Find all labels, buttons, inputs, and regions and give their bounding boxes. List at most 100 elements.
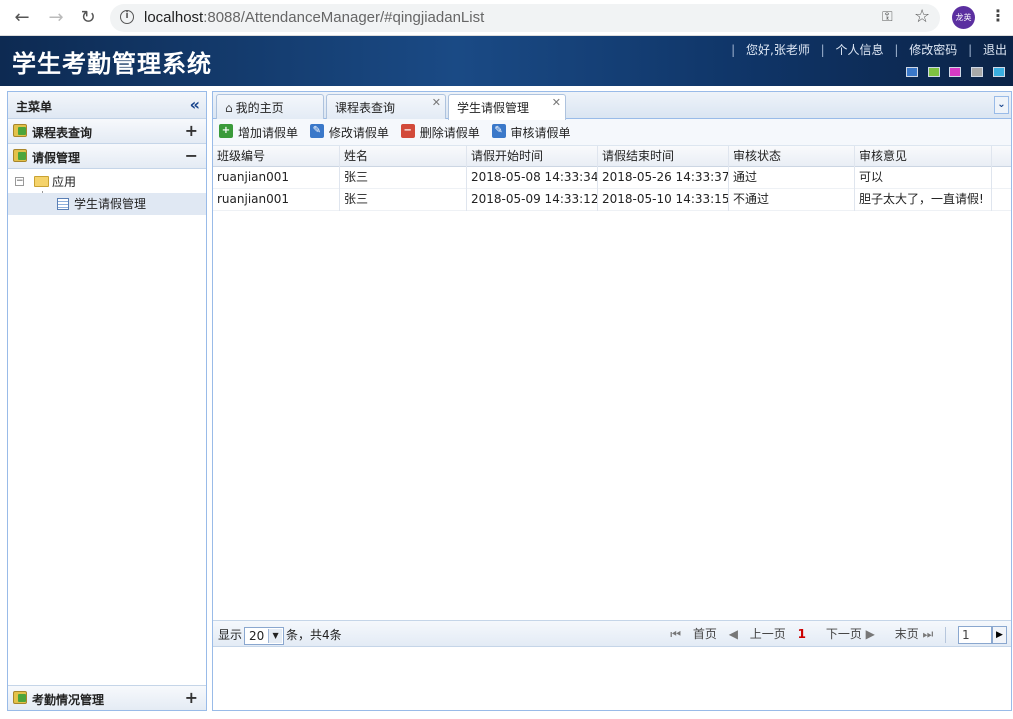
- folder-icon: [34, 176, 49, 187]
- logout-link[interactable]: 退出: [983, 41, 1007, 58]
- theme-swatch-gray[interactable]: [971, 67, 984, 77]
- add-icon: +: [219, 124, 233, 138]
- table-cell: 张三: [340, 189, 467, 211]
- button-label: 删除请假单: [419, 126, 480, 140]
- menu-tree: − 应用 学生请假管理: [8, 169, 206, 681]
- table-cell: 不通过: [729, 189, 855, 211]
- grid-toolbar: + 增加请假单 ✎ 修改请假单 − 删除请假单 ✎ 审核请假单: [213, 119, 1011, 146]
- header-links: | 您好,张老师 | 个人信息 | 修改密码 | 退出: [724, 41, 1007, 58]
- section-label: 请假管理: [32, 151, 81, 165]
- sidebar-section-schedule[interactable]: 课程表查询 +: [8, 119, 206, 144]
- sidebar-header: 主菜单 «: [8, 92, 206, 119]
- home-icon: ⌂: [225, 101, 233, 115]
- reload-icon[interactable]: ↻: [76, 6, 100, 30]
- edit-icon: ✎: [309, 124, 324, 138]
- separator: |: [820, 43, 825, 57]
- separator: |: [731, 43, 736, 57]
- tab-student-leave[interactable]: 学生请假管理 ✕: [448, 94, 566, 120]
- tree-collapse-icon[interactable]: −: [15, 177, 24, 186]
- greeting-text: 您好,张老师: [746, 43, 810, 57]
- info-icon[interactable]: i: [120, 10, 134, 24]
- pagination-bar: 显示 20 ▼ 条，共4条 ⏮ 首页 ◀ 上一页 1 下一页 ▶ 末页 ⏭ 1 ▶: [213, 620, 1011, 647]
- close-icon[interactable]: ✕: [432, 96, 441, 109]
- browser-toolbar: ← → ↻ i localhost:8088/AttendanceManager…: [0, 0, 1013, 36]
- button-label: 增加请假单: [238, 126, 299, 140]
- audit-leave-button[interactable]: ✎ 审核请假单: [491, 124, 571, 141]
- module-icon: [13, 691, 27, 704]
- url-text[interactable]: localhost:8088/AttendanceManager/#qingji…: [144, 9, 484, 26]
- sidebar-title: 主菜单: [16, 100, 53, 114]
- tab-label: 课程表查询: [335, 101, 396, 115]
- bookmark-star-icon[interactable]: ☆: [914, 6, 930, 27]
- page-size-control: 显示 20 ▼ 条，共4条: [218, 626, 342, 645]
- theme-switcher: [900, 66, 1005, 80]
- column-header[interactable]: 审核状态: [729, 146, 855, 167]
- tab-label: 学生请假管理: [457, 101, 530, 115]
- profile-link[interactable]: 个人信息: [836, 41, 884, 58]
- theme-swatch-green[interactable]: [927, 67, 940, 77]
- tree-node-label: 学生请假管理: [74, 197, 147, 211]
- forward-arrow-icon[interactable]: →: [44, 6, 68, 30]
- table-cell: 张三: [340, 167, 467, 189]
- column-header[interactable]: 姓名: [340, 146, 467, 167]
- current-page: 1: [797, 627, 806, 641]
- module-icon: [13, 124, 27, 137]
- app-header: 学生考勤管理系统 | 您好,张老师 | 个人信息 | 修改密码 | 退出: [0, 36, 1013, 86]
- separator: |: [968, 43, 973, 57]
- expand-icon[interactable]: +: [185, 688, 198, 707]
- prev-page-button[interactable]: ◀ 上一页: [729, 625, 786, 642]
- section-label: 课程表查询: [32, 126, 93, 140]
- page-navigation: ⏮ 首页 ◀ 上一页 1 下一页 ▶ 末页 ⏭ 1 ▶: [662, 625, 1007, 644]
- last-page-label: 末页: [894, 627, 919, 641]
- module-icon: [13, 149, 27, 162]
- tree-node-label: 应用: [52, 175, 77, 189]
- tree-node-student-leave[interactable]: 学生请假管理: [8, 193, 206, 215]
- table-cell: 通过: [729, 167, 855, 189]
- sidebar: 主菜单 « 课程表查询 + 请假管理 − − 应用 学生请假管理 考勤情况管理 …: [7, 91, 207, 711]
- page-size-select[interactable]: 20 ▼: [244, 626, 285, 645]
- table-row[interactable]: ruanjian001 张三 2018-05-09 14:33:12 2018-05-…: [213, 189, 1011, 211]
- theme-swatch-cyan[interactable]: [993, 67, 1005, 77]
- add-leave-button[interactable]: + 增加请假单: [219, 124, 298, 141]
- table-cell: ruanjian001: [213, 167, 340, 189]
- app-title: 学生考勤管理系统: [12, 50, 212, 78]
- column-header[interactable]: 审核意见: [855, 146, 992, 167]
- tree-node-app[interactable]: − 应用: [8, 171, 206, 203]
- tab-home[interactable]: ⌂ 我的主页: [216, 94, 324, 119]
- back-arrow-icon[interactable]: ←: [10, 6, 34, 30]
- close-icon[interactable]: ✕: [552, 96, 561, 109]
- edit-leave-button[interactable]: ✎ 修改请假单: [309, 124, 389, 141]
- change-password-link[interactable]: 修改密码: [909, 41, 957, 58]
- column-header[interactable]: 班级编号: [213, 146, 340, 167]
- profile-avatar[interactable]: 龙英: [952, 6, 975, 29]
- go-page-icon[interactable]: ▶: [992, 625, 1007, 644]
- address-bar[interactable]: i localhost:8088/AttendanceManager/#qing…: [110, 4, 940, 32]
- first-page-label: 首页: [692, 627, 717, 641]
- collapse-sidebar-icon[interactable]: «: [190, 95, 200, 114]
- separator: |: [894, 43, 899, 57]
- tab-schedule[interactable]: 课程表查询 ✕: [326, 94, 446, 119]
- sidebar-section-attendance[interactable]: 考勤情况管理 +: [8, 685, 206, 710]
- column-header[interactable]: 请假开始时间: [467, 146, 598, 167]
- collapse-icon[interactable]: −: [185, 146, 198, 165]
- dropdown-arrow-icon[interactable]: ▼: [268, 628, 283, 643]
- sidebar-section-leave[interactable]: 请假管理 −: [8, 144, 206, 169]
- audit-icon: ✎: [491, 124, 506, 138]
- table-cell: ruanjian001: [213, 189, 340, 211]
- expand-icon[interactable]: +: [185, 121, 198, 140]
- key-icon[interactable]: ⚿: [882, 9, 893, 25]
- column-header[interactable]: 请假结束时间: [598, 146, 729, 167]
- next-page-button[interactable]: 下一页 ▶: [818, 625, 875, 642]
- theme-swatch-pink[interactable]: [949, 67, 962, 77]
- page-number-input[interactable]: 1: [958, 625, 992, 644]
- main-panel: ⌂ 我的主页 课程表查询 ✕ 学生请假管理 ✕ ⌄ + 增加请假单 ✎ 修改请假单 −…: [212, 91, 1012, 711]
- table-row[interactable]: ruanjian001 张三 2018-05-08 14:33:34 2018-05-…: [213, 167, 1011, 189]
- page-size-value: 20: [249, 628, 265, 643]
- next-page-label: 下一页: [825, 627, 862, 641]
- theme-swatch-blue[interactable]: [905, 67, 918, 77]
- browser-menu-icon[interactable]: ⋮: [990, 6, 1006, 25]
- first-page-button[interactable]: ⏮ 首页: [670, 625, 717, 642]
- tab-menu-icon[interactable]: ⌄: [994, 96, 1009, 114]
- delete-leave-button[interactable]: − 删除请假单: [400, 124, 480, 141]
- last-page-button[interactable]: 末页 ⏭: [887, 625, 934, 642]
